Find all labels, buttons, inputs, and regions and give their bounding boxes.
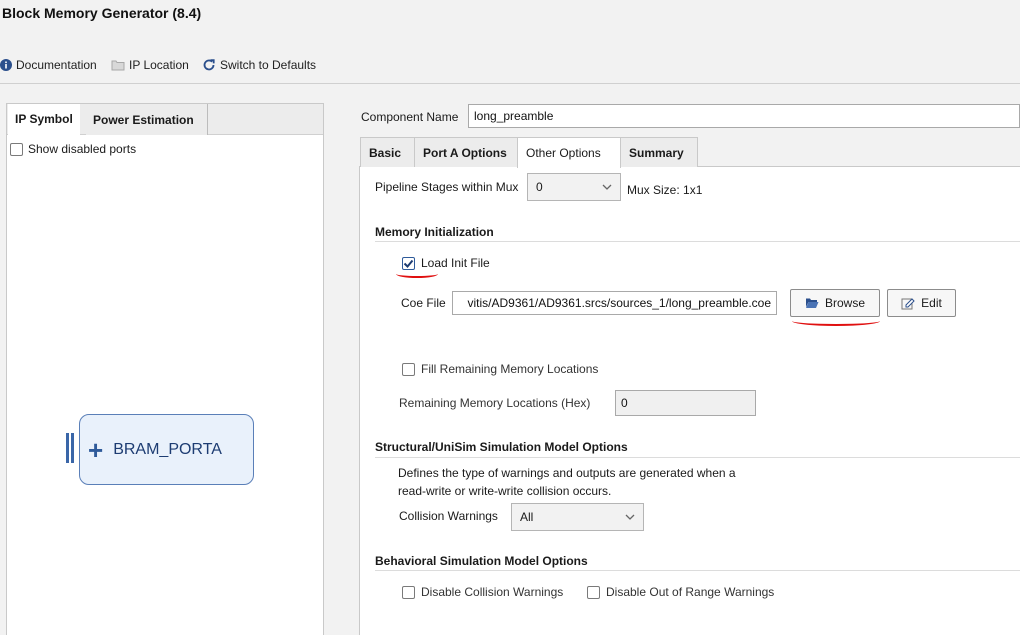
edit-label: Edit — [921, 296, 942, 310]
tab-other-options[interactable]: Other Options — [517, 137, 621, 168]
tab-port-a-options[interactable]: Port A Options — [414, 137, 518, 167]
tab-summary[interactable]: Summary — [620, 137, 698, 167]
structural-heading: Structural/UniSim Simulation Model Optio… — [375, 440, 628, 454]
fill-remaining-checkbox[interactable] — [402, 362, 415, 376]
chevron-down-icon — [602, 184, 612, 190]
toolbar-divider — [0, 83, 1020, 84]
switch-defaults-label: Switch to Defaults — [220, 58, 317, 72]
expand-plus-icon[interactable]: + — [88, 437, 103, 463]
component-name-input[interactable]: long_preamble — [468, 104, 1020, 128]
checkmark-icon — [403, 259, 414, 268]
behavioral-heading: Behavioral Simulation Model Options — [375, 554, 588, 568]
remaining-locations-input[interactable]: 0 — [615, 390, 756, 416]
fill-remaining-row[interactable]: Fill Remaining Memory Locations — [402, 362, 598, 376]
info-icon — [0, 59, 12, 71]
folder-icon — [111, 60, 125, 71]
disable-collision-row[interactable]: Disable Collision Warnings — [402, 585, 563, 599]
disable-out-of-range-label: Disable Out of Range Warnings — [606, 585, 775, 599]
mux-size-label: Mux Size: 1x1 — [627, 183, 703, 197]
red-annotation-underline-browse — [792, 316, 880, 326]
behavioral-divider — [375, 570, 1020, 571]
port-bar-left — [66, 433, 69, 463]
edit-button[interactable]: Edit — [887, 289, 956, 317]
coe-file-input[interactable]: vitis/AD9361/AD9361.srcs/sources_1/long_… — [452, 291, 777, 315]
refresh-icon — [203, 59, 215, 71]
disable-collision-checkbox[interactable] — [402, 585, 415, 599]
collision-warnings-value: All — [520, 510, 534, 524]
window-title: Block Memory Generator (8.4) — [2, 5, 202, 21]
load-init-file-label: Load Init File — [421, 256, 490, 270]
disable-out-of-range-checkbox[interactable] — [587, 585, 600, 599]
red-annotation-underline-checkbox — [396, 270, 438, 278]
browse-button[interactable]: Browse — [790, 289, 880, 317]
memory-init-divider — [375, 241, 1020, 242]
bram-porta-label: BRAM_PORTA — [113, 440, 222, 458]
show-disabled-ports-row[interactable]: Show disabled ports — [10, 142, 136, 156]
tab-power-estimation[interactable]: Power Estimation — [86, 104, 208, 135]
load-init-file-row[interactable]: Load Init File — [402, 256, 490, 270]
memory-init-heading: Memory Initialization — [375, 225, 494, 239]
remaining-locations-label: Remaining Memory Locations (Hex) — [399, 396, 591, 410]
pipeline-stages-value: 0 — [536, 180, 543, 194]
collision-warnings-select[interactable]: All — [511, 503, 644, 531]
pipeline-stages-select[interactable]: 0 — [527, 173, 621, 201]
collision-warnings-label: Collision Warnings — [399, 509, 498, 523]
ip-symbol-panel — [6, 103, 324, 635]
component-name-label: Component Name — [361, 110, 459, 124]
bram-porta-symbol[interactable]: + BRAM_PORTA — [79, 414, 254, 485]
chevron-down-icon — [625, 514, 635, 520]
tab-ip-symbol[interactable]: IP Symbol — [8, 104, 80, 135]
coe-file-label: Coe File — [401, 296, 446, 310]
port-bar-right — [71, 433, 74, 463]
structural-divider — [375, 457, 1020, 458]
disable-collision-label: Disable Collision Warnings — [421, 585, 564, 599]
edit-icon — [901, 297, 915, 309]
documentation-button[interactable]: Documentation — [0, 57, 97, 73]
open-folder-icon — [805, 298, 819, 308]
switch-defaults-button[interactable]: Switch to Defaults — [202, 57, 316, 73]
ip-location-button[interactable]: IP Location — [111, 57, 189, 73]
documentation-label: Documentation — [16, 58, 97, 72]
disable-out-of-range-row[interactable]: Disable Out of Range Warnings — [587, 585, 774, 599]
fill-remaining-label: Fill Remaining Memory Locations — [421, 362, 599, 376]
pipeline-stages-label: Pipeline Stages within Mux — [375, 180, 519, 194]
show-disabled-ports-label: Show disabled ports — [28, 142, 137, 156]
structural-description-1: Defines the type of warnings and outputs… — [398, 466, 736, 480]
ip-location-label: IP Location — [129, 58, 189, 72]
load-init-file-checkbox[interactable] — [402, 256, 415, 270]
structural-description-2: read-write or write-write collision occu… — [398, 484, 612, 498]
browse-label: Browse — [824, 296, 865, 310]
show-disabled-ports-checkbox[interactable] — [10, 142, 23, 156]
tab-basic[interactable]: Basic — [360, 137, 415, 167]
